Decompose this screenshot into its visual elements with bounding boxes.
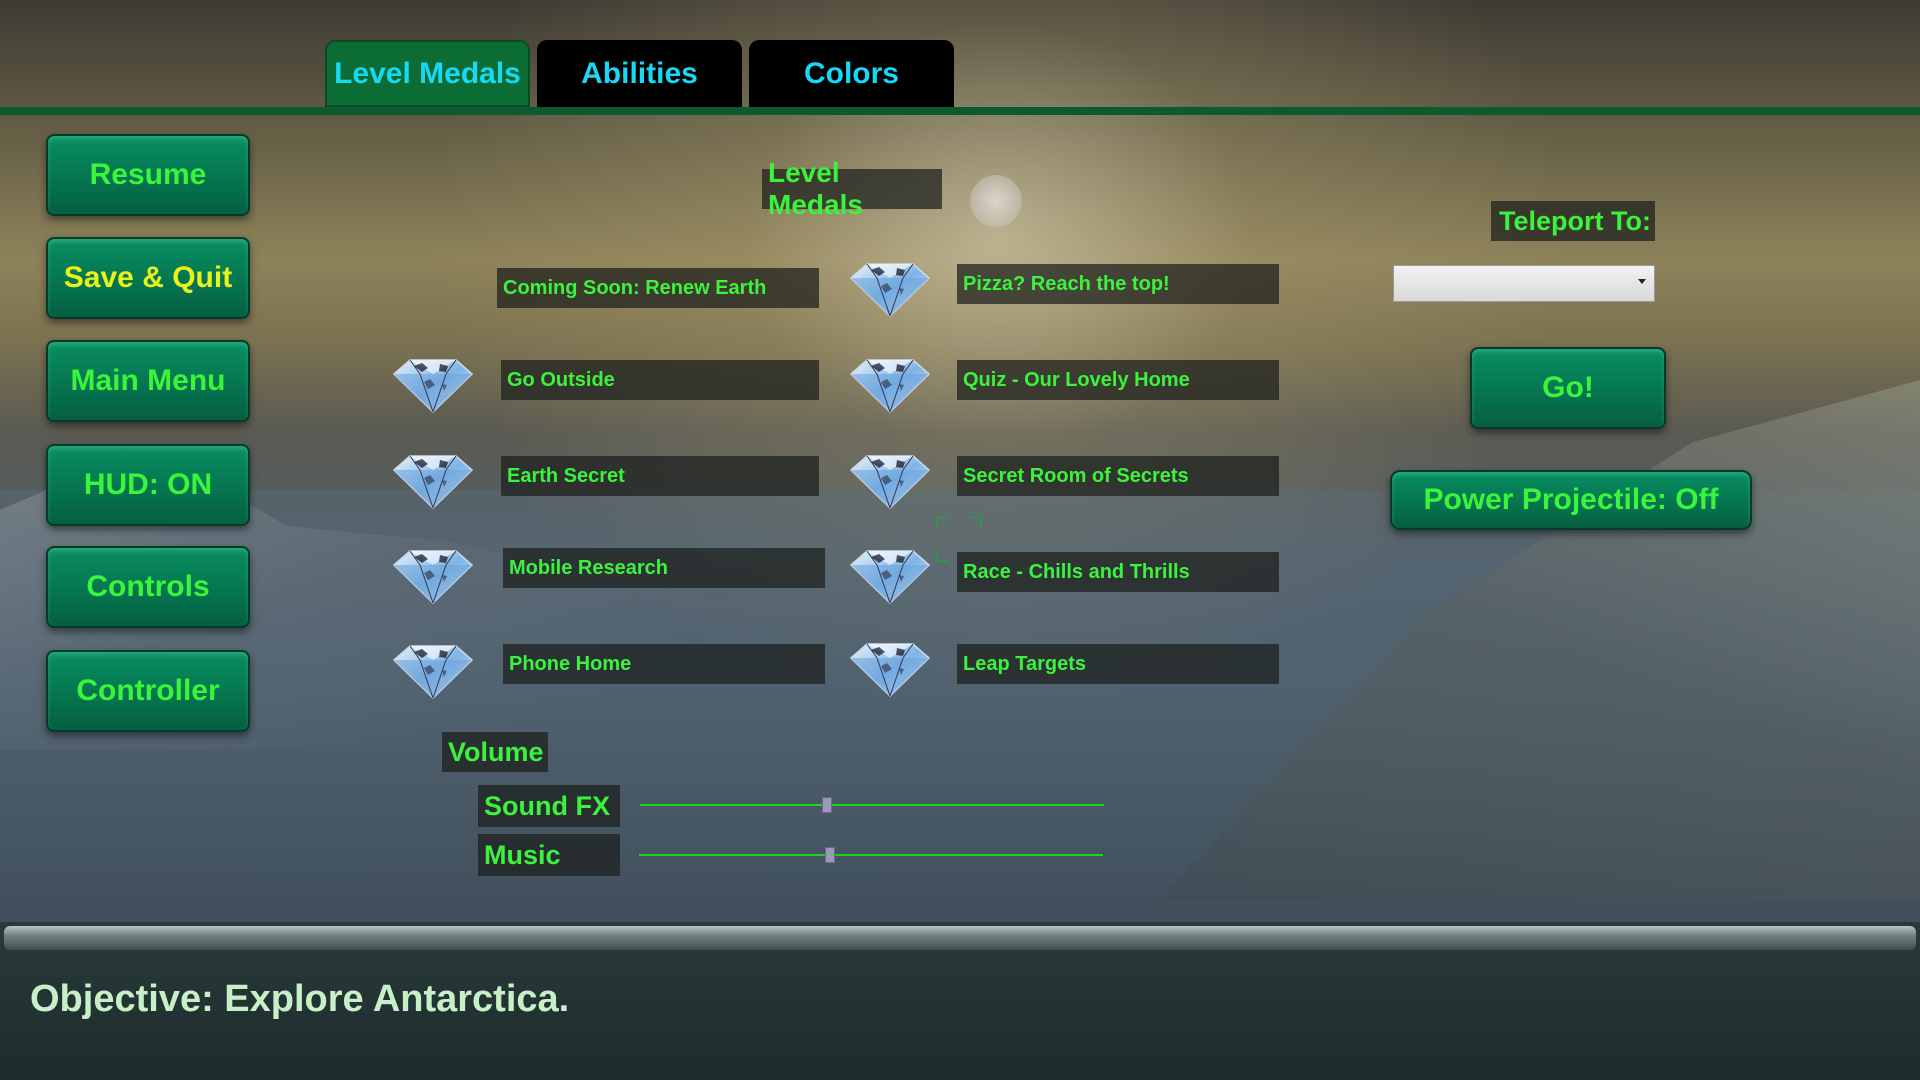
objective-text: Objective: Explore Antarctica. — [30, 978, 570, 1020]
volume-heading: Volume — [442, 732, 548, 772]
medal-label-renew-earth: Coming Soon: Renew Earth — [497, 268, 819, 308]
slider-track — [640, 804, 1104, 806]
slider-track — [639, 854, 1103, 856]
main-menu-button[interactable]: Main Menu — [46, 340, 250, 422]
music-slider[interactable] — [639, 845, 1103, 865]
medal-label-leap-targets: Leap Targets — [957, 644, 1279, 684]
objective-panel-header — [4, 926, 1916, 950]
diamond-medal-icon — [390, 640, 476, 700]
diamond-medal-icon — [847, 258, 933, 318]
hud-toggle-button[interactable]: HUD: ON — [46, 444, 250, 526]
medal-label-pizza: Pizza? Reach the top! — [957, 264, 1279, 304]
save-quit-button[interactable]: Save & Quit — [46, 237, 250, 319]
medal-label-mobile-research: Mobile Research — [503, 548, 825, 588]
sun — [970, 175, 1022, 227]
slider-thumb[interactable] — [822, 797, 832, 813]
diamond-medal-icon — [390, 354, 476, 414]
tab-level-medals[interactable]: Level Medals — [325, 40, 530, 107]
diamond-medal-icon — [847, 354, 933, 414]
diamond-medal-icon — [847, 450, 933, 510]
chevron-down-icon — [1638, 279, 1646, 284]
diamond-medal-icon — [847, 545, 933, 605]
resume-button[interactable]: Resume — [46, 134, 250, 216]
teleport-dropdown[interactable] — [1393, 265, 1655, 302]
medal-label-phone-home: Phone Home — [503, 644, 825, 684]
medal-label-earth-secret: Earth Secret — [501, 456, 819, 496]
slider-thumb[interactable] — [825, 847, 835, 863]
tab-abilities[interactable]: Abilities — [537, 40, 742, 107]
level-medals-heading: Level Medals — [762, 157, 942, 220]
sound-fx-slider[interactable] — [640, 795, 1104, 815]
music-label: Music — [478, 834, 620, 876]
medal-label-secret-room: Secret Room of Secrets — [957, 456, 1279, 496]
controls-button[interactable]: Controls — [46, 546, 250, 628]
teleport-label: Teleport To: — [1491, 201, 1655, 241]
diamond-medal-icon — [847, 638, 933, 698]
crosshair-icon — [936, 516, 982, 562]
sound-fx-label: Sound FX — [478, 785, 620, 827]
go-button[interactable]: Go! — [1470, 347, 1666, 429]
controller-button[interactable]: Controller — [46, 650, 250, 732]
medal-label-go-outside: Go Outside — [501, 360, 819, 400]
power-projectile-toggle[interactable]: Power Projectile: Off — [1390, 470, 1752, 530]
diamond-medal-icon — [390, 450, 476, 510]
diamond-medal-icon — [390, 545, 476, 605]
tab-colors[interactable]: Colors — [749, 40, 954, 107]
tab-bar-divider — [0, 107, 1920, 115]
medal-label-quiz: Quiz - Our Lovely Home — [957, 360, 1279, 400]
medal-label-race: Race - Chills and Thrills — [957, 552, 1279, 592]
